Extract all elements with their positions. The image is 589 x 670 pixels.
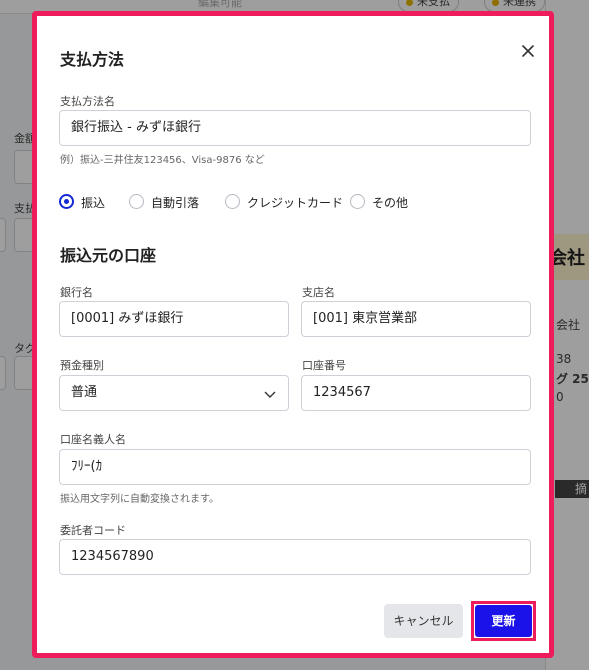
account-number-label: 口座番号	[302, 359, 346, 372]
consignor-code-label: 委託者コード	[60, 524, 126, 537]
payment-name-input[interactable]: 銀行振込 - みずほ銀行	[59, 110, 531, 146]
radio-checked-icon	[59, 194, 74, 209]
account-holder-input[interactable]: ﾌﾘｰ(ｶ	[59, 449, 531, 485]
radio-unchecked-icon	[225, 194, 240, 209]
bank-name-label: 銀行名	[60, 286, 93, 299]
account-holder-hint: 振込用文字列に自動変換されます。	[60, 494, 219, 505]
cancel-button[interactable]: キャンセル	[384, 604, 463, 638]
branch-name-input[interactable]: [001] 東京営業部	[301, 301, 531, 337]
radio-unchecked-icon	[350, 194, 365, 209]
payment-name-hint: 例）振込-三井住友123456、Visa-9876 など	[60, 155, 265, 166]
radio-label: 振込	[81, 196, 106, 210]
close-icon	[522, 45, 534, 57]
account-holder-label: 口座名義人名	[60, 433, 126, 446]
deposit-type-value: 普通	[71, 385, 98, 400]
radio-label: その他	[372, 196, 409, 210]
chevron-down-icon	[264, 391, 276, 398]
payment-method-modal: 支払方法 支払方法名 銀行振込 - みずほ銀行 例）振込-三井住友123456、…	[32, 11, 554, 658]
payment-name-label: 支払方法名	[60, 95, 115, 108]
modal-title: 支払方法	[60, 50, 125, 69]
account-number-input[interactable]: 1234567	[301, 375, 531, 411]
consignor-code-input[interactable]: 1234567890	[59, 539, 531, 575]
radio-label: 自動引落	[151, 196, 200, 210]
deposit-type-select[interactable]: 普通	[59, 375, 289, 411]
update-button[interactable]: 更新	[475, 605, 532, 637]
radio-label: クレジットカード	[247, 196, 344, 210]
bank-name-input[interactable]: [0001] みずほ銀行	[59, 301, 289, 337]
deposit-type-label: 預金種別	[60, 359, 104, 372]
branch-name-label: 支店名	[302, 286, 335, 299]
account-section-title: 振込元の口座	[60, 246, 157, 265]
close-button[interactable]	[515, 38, 541, 64]
radio-unchecked-icon	[129, 194, 144, 209]
